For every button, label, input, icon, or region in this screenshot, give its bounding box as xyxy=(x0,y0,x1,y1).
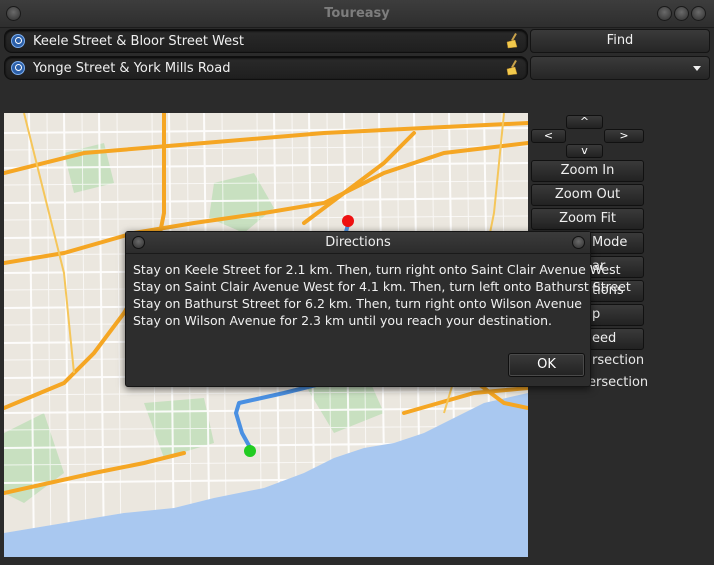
find-button[interactable]: Find xyxy=(530,29,710,53)
pan-up-button[interactable]: ^ xyxy=(566,115,603,129)
dialog-title: Directions xyxy=(126,232,590,254)
dialog-close-button[interactable] xyxy=(572,236,585,249)
direction-step: Stay on Keele Street for 2.1 km. Then, t… xyxy=(133,262,621,277)
dialog-menu-button[interactable] xyxy=(132,236,145,249)
clear-broom-icon[interactable] xyxy=(505,60,519,76)
ok-button[interactable]: OK xyxy=(508,353,585,377)
zoom-in-button[interactable]: Zoom In xyxy=(531,160,644,182)
start-intersection-label: rsection xyxy=(592,353,645,368)
search-icon xyxy=(11,34,25,48)
start-search-input[interactable]: Keele Street & Bloor Street West xyxy=(33,34,244,49)
end-search-field[interactable]: Yonge Street & York Mills Road xyxy=(4,56,528,80)
search-icon xyxy=(11,61,25,75)
zoom-fit-button[interactable]: Zoom Fit xyxy=(531,208,644,230)
start-search-field[interactable]: Keele Street & Bloor Street West xyxy=(4,29,528,53)
pan-left-button[interactable]: < xyxy=(531,129,566,143)
pan-down-button[interactable]: v xyxy=(566,144,603,158)
zoom-out-button[interactable]: Zoom Out xyxy=(531,184,644,206)
directions-list: Stay on Keele Street for 2.1 km. Then, t… xyxy=(133,261,631,329)
directions-dialog: Directions Stay on Keele Street for 2.1 … xyxy=(125,231,631,387)
start-marker[interactable] xyxy=(244,445,256,457)
chevron-down-icon xyxy=(693,66,701,71)
window-title: Toureasy xyxy=(324,6,390,21)
end-search-input[interactable]: Yonge Street & York Mills Road xyxy=(33,61,230,76)
minimize-button[interactable] xyxy=(657,6,672,21)
end-marker[interactable] xyxy=(342,215,354,227)
pan-right-button[interactable]: > xyxy=(604,129,644,143)
direction-step: Stay on Wilson Avenue for 2.3 km until y… xyxy=(133,313,552,328)
close-button[interactable] xyxy=(691,6,706,21)
direction-step: Stay on Bathurst Street for 6.2 km. Then… xyxy=(133,296,582,311)
clear-broom-icon[interactable] xyxy=(505,33,519,49)
route-options-dropdown[interactable] xyxy=(530,56,710,80)
maximize-button[interactable] xyxy=(674,6,689,21)
direction-step: Stay on Saint Clair Avenue West for 4.1 … xyxy=(133,279,631,294)
title-bar: Toureasy xyxy=(0,0,714,28)
